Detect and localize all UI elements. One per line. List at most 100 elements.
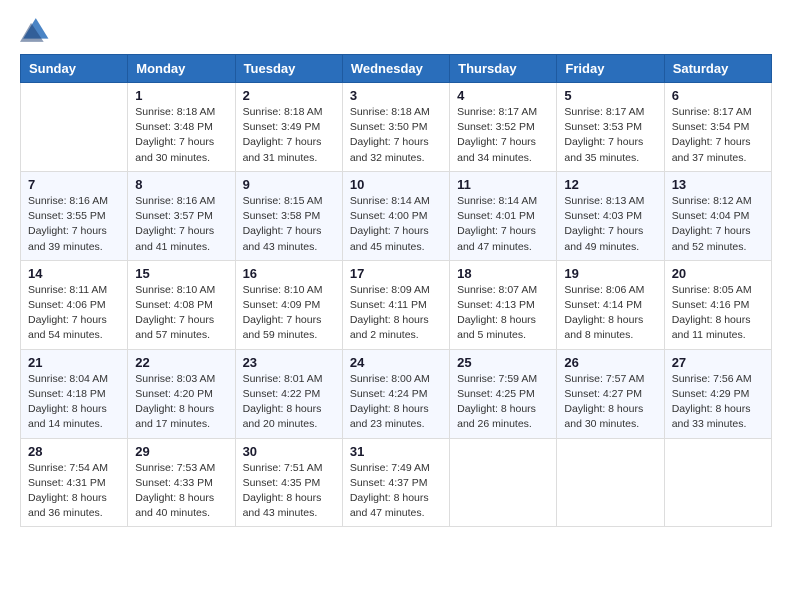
col-header-wednesday: Wednesday (342, 55, 449, 83)
day-info: Sunrise: 8:06 AM Sunset: 4:14 PM Dayligh… (564, 283, 656, 344)
col-header-sunday: Sunday (21, 55, 128, 83)
day-number: 31 (350, 444, 442, 459)
calendar-cell: 11 Sunrise: 8:14 AM Sunset: 4:01 PM Dayli… (450, 171, 557, 260)
calendar-cell (21, 83, 128, 172)
day-info: Sunrise: 7:49 AM Sunset: 4:37 PM Dayligh… (350, 461, 442, 522)
calendar-cell: 4 Sunrise: 8:17 AM Sunset: 3:52 PM Daylig… (450, 83, 557, 172)
day-info: Sunrise: 8:12 AM Sunset: 4:04 PM Dayligh… (672, 194, 764, 255)
calendar-cell: 29 Sunrise: 7:53 AM Sunset: 4:33 PM Dayli… (128, 438, 235, 527)
day-number: 26 (564, 355, 656, 370)
logo (20, 16, 50, 44)
calendar-cell: 13 Sunrise: 8:12 AM Sunset: 4:04 PM Dayli… (664, 171, 771, 260)
day-number: 12 (564, 177, 656, 192)
day-info: Sunrise: 8:14 AM Sunset: 4:00 PM Dayligh… (350, 194, 442, 255)
day-info: Sunrise: 8:16 AM Sunset: 3:57 PM Dayligh… (135, 194, 227, 255)
day-info: Sunrise: 7:53 AM Sunset: 4:33 PM Dayligh… (135, 461, 227, 522)
calendar-cell: 17Sunrise: 8:09 AM Sunset: 4:11 PM Dayli… (342, 260, 449, 349)
day-info: Sunrise: 8:01 AM Sunset: 4:22 PM Dayligh… (243, 372, 335, 433)
calendar-cell: 25 Sunrise: 7:59 AM Sunset: 4:25 PM Dayli… (450, 349, 557, 438)
day-number: 7 (28, 177, 120, 192)
day-number: 8 (135, 177, 227, 192)
day-info: Sunrise: 8:03 AM Sunset: 4:20 PM Dayligh… (135, 372, 227, 433)
day-number: 6 (672, 88, 764, 103)
day-info: Sunrise: 8:17 AM Sunset: 3:53 PM Dayligh… (564, 105, 656, 166)
day-number: 9 (243, 177, 335, 192)
calendar-cell: 19 Sunrise: 8:06 AM Sunset: 4:14 PM Dayli… (557, 260, 664, 349)
calendar-cell: 6 Sunrise: 8:17 AM Sunset: 3:54 PM Daylig… (664, 83, 771, 172)
calendar-week-1: 1Sunrise: 8:18 AM Sunset: 3:48 PM Daylig… (21, 83, 772, 172)
calendar-cell: 20 Sunrise: 8:05 AM Sunset: 4:16 PM Dayli… (664, 260, 771, 349)
logo-icon (20, 16, 50, 44)
day-number: 19 (564, 266, 656, 281)
calendar-cell: 28Sunrise: 7:54 AM Sunset: 4:31 PM Dayli… (21, 438, 128, 527)
calendar-table: SundayMondayTuesdayWednesdayThursdayFrid… (20, 54, 772, 527)
day-number: 3 (350, 88, 442, 103)
day-info: Sunrise: 8:07 AM Sunset: 4:13 PM Dayligh… (457, 283, 549, 344)
day-info: Sunrise: 8:17 AM Sunset: 3:52 PM Dayligh… (457, 105, 549, 166)
calendar-cell: 26 Sunrise: 7:57 AM Sunset: 4:27 PM Dayli… (557, 349, 664, 438)
day-info: Sunrise: 8:04 AM Sunset: 4:18 PM Dayligh… (28, 372, 120, 433)
day-number: 20 (672, 266, 764, 281)
calendar-cell: 15 Sunrise: 8:10 AM Sunset: 4:08 PM Dayli… (128, 260, 235, 349)
day-number: 25 (457, 355, 549, 370)
calendar-cell: 16 Sunrise: 8:10 AM Sunset: 4:09 PM Dayli… (235, 260, 342, 349)
day-info: Sunrise: 7:54 AM Sunset: 4:31 PM Dayligh… (28, 461, 120, 522)
col-header-monday: Monday (128, 55, 235, 83)
day-info: Sunrise: 8:16 AM Sunset: 3:55 PM Dayligh… (28, 194, 120, 255)
calendar-cell (557, 438, 664, 527)
calendar-cell: 23 Sunrise: 8:01 AM Sunset: 4:22 PM Dayli… (235, 349, 342, 438)
calendar-cell: 2 Sunrise: 8:18 AM Sunset: 3:49 PM Daylig… (235, 83, 342, 172)
calendar-cell: 30Sunrise: 7:51 AM Sunset: 4:35 PM Dayli… (235, 438, 342, 527)
calendar-cell: 14Sunrise: 8:11 AM Sunset: 4:06 PM Dayli… (21, 260, 128, 349)
calendar-cell: 5Sunrise: 8:17 AM Sunset: 3:53 PM Daylig… (557, 83, 664, 172)
day-info: Sunrise: 8:10 AM Sunset: 4:08 PM Dayligh… (135, 283, 227, 344)
day-number: 17 (350, 266, 442, 281)
calendar-cell: 21Sunrise: 8:04 AM Sunset: 4:18 PM Dayli… (21, 349, 128, 438)
calendar-week-3: 14Sunrise: 8:11 AM Sunset: 4:06 PM Dayli… (21, 260, 772, 349)
day-number: 2 (243, 88, 335, 103)
col-header-thursday: Thursday (450, 55, 557, 83)
calendar-cell: 8 Sunrise: 8:16 AM Sunset: 3:57 PM Daylig… (128, 171, 235, 260)
day-number: 13 (672, 177, 764, 192)
day-number: 24 (350, 355, 442, 370)
col-header-friday: Friday (557, 55, 664, 83)
day-info: Sunrise: 8:15 AM Sunset: 3:58 PM Dayligh… (243, 194, 335, 255)
day-number: 15 (135, 266, 227, 281)
calendar-cell: 24 Sunrise: 8:00 AM Sunset: 4:24 PM Dayli… (342, 349, 449, 438)
day-info: Sunrise: 8:14 AM Sunset: 4:01 PM Dayligh… (457, 194, 549, 255)
day-info: Sunrise: 7:57 AM Sunset: 4:27 PM Dayligh… (564, 372, 656, 433)
calendar-week-2: 7 Sunrise: 8:16 AM Sunset: 3:55 PM Daylig… (21, 171, 772, 260)
day-info: Sunrise: 8:18 AM Sunset: 3:48 PM Dayligh… (135, 105, 227, 166)
day-info: Sunrise: 8:18 AM Sunset: 3:50 PM Dayligh… (350, 105, 442, 166)
calendar-cell: 3 Sunrise: 8:18 AM Sunset: 3:50 PM Daylig… (342, 83, 449, 172)
calendar-cell: 22Sunrise: 8:03 AM Sunset: 4:20 PM Dayli… (128, 349, 235, 438)
calendar-week-5: 28Sunrise: 7:54 AM Sunset: 4:31 PM Dayli… (21, 438, 772, 527)
calendar-cell: 9 Sunrise: 8:15 AM Sunset: 3:58 PM Daylig… (235, 171, 342, 260)
day-number: 16 (243, 266, 335, 281)
calendar-cell: 7 Sunrise: 8:16 AM Sunset: 3:55 PM Daylig… (21, 171, 128, 260)
day-number: 29 (135, 444, 227, 459)
day-number: 30 (243, 444, 335, 459)
calendar-cell: 27 Sunrise: 7:56 AM Sunset: 4:29 PM Dayli… (664, 349, 771, 438)
day-info: Sunrise: 8:05 AM Sunset: 4:16 PM Dayligh… (672, 283, 764, 344)
calendar-header-row: SundayMondayTuesdayWednesdayThursdayFrid… (21, 55, 772, 83)
col-header-saturday: Saturday (664, 55, 771, 83)
calendar-week-4: 21Sunrise: 8:04 AM Sunset: 4:18 PM Dayli… (21, 349, 772, 438)
day-number: 10 (350, 177, 442, 192)
calendar-cell: 31 Sunrise: 7:49 AM Sunset: 4:37 PM Dayli… (342, 438, 449, 527)
day-number: 18 (457, 266, 549, 281)
day-info: Sunrise: 8:00 AM Sunset: 4:24 PM Dayligh… (350, 372, 442, 433)
calendar-cell: 18 Sunrise: 8:07 AM Sunset: 4:13 PM Dayli… (450, 260, 557, 349)
day-info: Sunrise: 8:10 AM Sunset: 4:09 PM Dayligh… (243, 283, 335, 344)
calendar-cell (450, 438, 557, 527)
day-number: 11 (457, 177, 549, 192)
day-number: 14 (28, 266, 120, 281)
day-info: Sunrise: 7:59 AM Sunset: 4:25 PM Dayligh… (457, 372, 549, 433)
calendar-cell: 1Sunrise: 8:18 AM Sunset: 3:48 PM Daylig… (128, 83, 235, 172)
day-number: 23 (243, 355, 335, 370)
day-number: 4 (457, 88, 549, 103)
day-number: 27 (672, 355, 764, 370)
day-info: Sunrise: 8:18 AM Sunset: 3:49 PM Dayligh… (243, 105, 335, 166)
day-info: Sunrise: 7:56 AM Sunset: 4:29 PM Dayligh… (672, 372, 764, 433)
day-info: Sunrise: 8:17 AM Sunset: 3:54 PM Dayligh… (672, 105, 764, 166)
